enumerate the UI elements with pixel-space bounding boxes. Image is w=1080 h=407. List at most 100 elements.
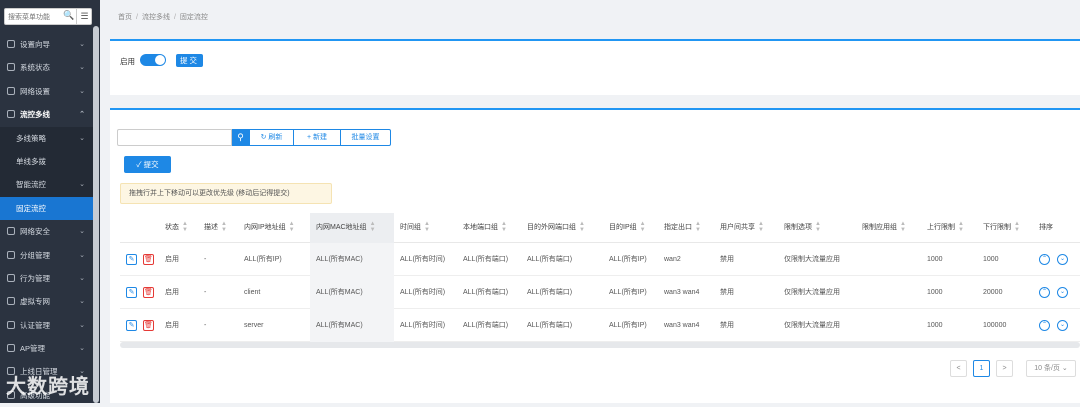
breadcrumb-home[interactable]: 首页	[118, 14, 132, 21]
sidebar-item-network-settings[interactable]: 网络设置 ⌄	[0, 80, 93, 103]
sort-icon[interactable]: ▲ ▼	[579, 221, 585, 233]
move-up-icon[interactable]: ⌃	[1039, 287, 1050, 298]
col-status[interactable]: 状态 ▲ ▼	[165, 213, 188, 243]
sort-icon[interactable]: ▲ ▼	[501, 221, 507, 233]
sidebar-subitem-single-line-dial[interactable]: 单线多拨	[0, 150, 93, 173]
col-lan-ip-group[interactable]: 内网IP地址组 ▲ ▼	[244, 213, 295, 243]
col-description[interactable]: 描述 ▲ ▼	[204, 213, 227, 243]
sort-icon[interactable]: ▲ ▼	[370, 221, 376, 233]
table-row[interactable]: ✎ 🗑 启用 - client ALL(所有MAC) ALL(所有时间) ALL…	[120, 276, 1080, 309]
cell-lan-mac: ALL(所有MAC)	[310, 309, 394, 342]
sidebar-item-network-security[interactable]: 网络安全 ⌄	[0, 220, 93, 243]
pagination-page-1[interactable]: 1	[973, 360, 990, 377]
sort-icon[interactable]: ▲ ▼	[695, 221, 701, 233]
sort-icon[interactable]: ▲ ▼	[424, 221, 430, 233]
menu-search-input[interactable]	[8, 12, 63, 22]
rules-submit-button[interactable]: ✓ 提交	[124, 156, 171, 173]
sidebar-scrollbar[interactable]	[93, 26, 99, 403]
sidebar-item-label: 网络设置	[20, 86, 50, 96]
batch-settings-button[interactable]: 批量设置	[340, 129, 391, 146]
sidebar-item-label: 行为管理	[20, 273, 50, 283]
refresh-button[interactable]: ↻ 刷新	[249, 129, 294, 146]
cell-local-port: ALL(所有端口)	[463, 322, 509, 329]
sidebar-subitem-fixed-flow[interactable]: 固定流控	[0, 196, 93, 221]
sidebar-item-setup-wizard[interactable]: 设置向导 ⌄	[0, 33, 93, 56]
cell-description: -	[204, 322, 207, 329]
breadcrumb: 首页 / 流控多线 / 固定流控	[118, 14, 208, 21]
enable-submit-button[interactable]: 提交	[176, 54, 203, 67]
sidebar-item-vpn[interactable]: 虚拟专网 ⌄	[0, 290, 93, 313]
sidebar-item-auth-management[interactable]: 认证管理 ⌄	[0, 314, 93, 337]
delete-icon[interactable]: 🗑	[143, 320, 154, 331]
search-button[interactable]: ⚲	[232, 129, 249, 146]
edit-icon[interactable]: ✎	[126, 320, 137, 331]
sort-icon[interactable]: ▲ ▼	[289, 221, 295, 233]
search-icon[interactable]: 🔍	[63, 10, 74, 21]
add-button[interactable]: + 新建	[293, 129, 341, 146]
col-up-limit[interactable]: 上行限制 ▲ ▼	[927, 213, 964, 243]
table-row[interactable]: ✎ 🗑 启用 - server ALL(所有MAC) ALL(所有时间) ALL…	[120, 309, 1080, 342]
sort-icon[interactable]: ▲ ▼	[1014, 221, 1020, 233]
sort-icon[interactable]: ▲ ▼	[958, 221, 964, 233]
col-label: 本地端口组	[463, 224, 498, 231]
sort-icon[interactable]: ▲ ▼	[900, 221, 906, 233]
col-limit-app-group[interactable]: 限制应用组 ▲ ▼	[862, 213, 906, 243]
sidebar-subitem-label: 固定流控	[16, 203, 46, 213]
sort-icon[interactable]: ▲ ▼	[640, 221, 646, 233]
flow-icon	[7, 110, 15, 119]
plus-icon: +	[306, 134, 312, 141]
table-row[interactable]: ✎ 🗑 启用 - ALL(所有IP) ALL(所有MAC) ALL(所有时间) …	[120, 243, 1080, 276]
rules-submit-label: 提交	[143, 160, 159, 169]
cell-lan-ip: server	[244, 322, 264, 329]
table-horizontal-scrollbar[interactable]	[120, 342, 1080, 348]
sidebar-subitem-smart-flow[interactable]: 智能流控 ⌄	[0, 173, 93, 196]
rule-search-input[interactable]	[117, 129, 232, 146]
page-size-select[interactable]: 10 条/页 ⌄	[1026, 360, 1076, 377]
sort-icon[interactable]: ▲ ▼	[815, 221, 821, 233]
sort-icon[interactable]: ▲ ▼	[182, 221, 188, 233]
sidebar-item-flow-control[interactable]: 流控多线 ⌃	[0, 103, 93, 126]
move-down-icon[interactable]: ⌄	[1057, 254, 1068, 265]
sidebar-item-system-status[interactable]: 系统状态 ⌄	[0, 56, 93, 79]
cell-limit-option: 仅限制大流量应用	[784, 289, 840, 296]
edit-icon[interactable]: ✎	[126, 287, 137, 298]
col-lan-mac-group[interactable]: 内网MAC地址组 ▲ ▼	[310, 213, 394, 243]
pagination-next-button[interactable]: >	[996, 360, 1013, 377]
sort-icon[interactable]: ▲ ▼	[221, 221, 227, 233]
edit-icon[interactable]: ✎	[126, 254, 137, 265]
sidebar-subitem-multiline-policy[interactable]: 多线策略 ⌄	[0, 127, 93, 150]
refresh-icon: ↻	[260, 134, 267, 141]
col-down-limit[interactable]: 下行限制 ▲ ▼	[983, 213, 1020, 243]
col-exit[interactable]: 指定出口 ▲ ▼	[664, 213, 701, 243]
col-limit-option[interactable]: 限制选项 ▲ ▼	[784, 213, 821, 243]
move-up-icon[interactable]: ⌃	[1039, 254, 1050, 265]
col-time-group[interactable]: 时间组 ▲ ▼	[400, 213, 430, 243]
chevron-up-icon: ⌃	[79, 111, 85, 119]
cell-exit: wan3 wan4	[664, 289, 700, 296]
col-user-share[interactable]: 用户间共享 ▲ ▼	[720, 213, 764, 243]
sidebar-item-ap-management[interactable]: AP管理 ⌄	[0, 337, 93, 360]
chevron-down-icon: ⌄	[79, 251, 85, 259]
enable-toggle[interactable]	[140, 54, 166, 66]
col-dest-wan-port-group[interactable]: 目的外网端口组 ▲ ▼	[527, 213, 585, 243]
sidebar-item-behavior-management[interactable]: 行为管理 ⌄	[0, 267, 93, 290]
sidebar-item-label: AP管理	[20, 344, 46, 354]
delete-icon[interactable]: 🗑	[143, 287, 154, 298]
table-header: 状态 ▲ ▼ 描述 ▲ ▼ 内网IP地址组 ▲ ▼ 内网MAC地址组 ▲ ▼ 时间组 ▲ ▼ 本地端…	[120, 213, 1080, 243]
col-dest-ip-group[interactable]: 目的IP组 ▲ ▼	[609, 213, 646, 243]
sort-icon[interactable]: ▲ ▼	[758, 221, 764, 233]
pagination-prev-button[interactable]: <	[950, 360, 967, 377]
sidebar-menu: 设置向导 ⌄ 系统状态 ⌄ 网络设置 ⌄ 流控多线 ⌃ 多线策略 ⌄ 单线多拨 智能流控 ⌄…	[0, 33, 93, 407]
breadcrumb-flow-control[interactable]: 流控多线	[142, 14, 170, 21]
delete-icon[interactable]: 🗑	[143, 254, 154, 265]
col-order: 排序	[1039, 213, 1053, 243]
col-label: 目的IP组	[609, 224, 637, 231]
menu-toggle-icon[interactable]: ☰	[76, 9, 92, 24]
cell-up-limit: 1000	[927, 256, 943, 263]
sidebar-item-group-management[interactable]: 分组管理 ⌄	[0, 244, 93, 267]
shield-icon	[7, 227, 15, 236]
col-local-port-group[interactable]: 本地端口组 ▲ ▼	[463, 213, 507, 243]
move-down-icon[interactable]: ⌄	[1057, 287, 1068, 298]
move-up-icon[interactable]: ⌃	[1039, 320, 1050, 331]
move-down-icon[interactable]: ⌄	[1057, 320, 1068, 331]
